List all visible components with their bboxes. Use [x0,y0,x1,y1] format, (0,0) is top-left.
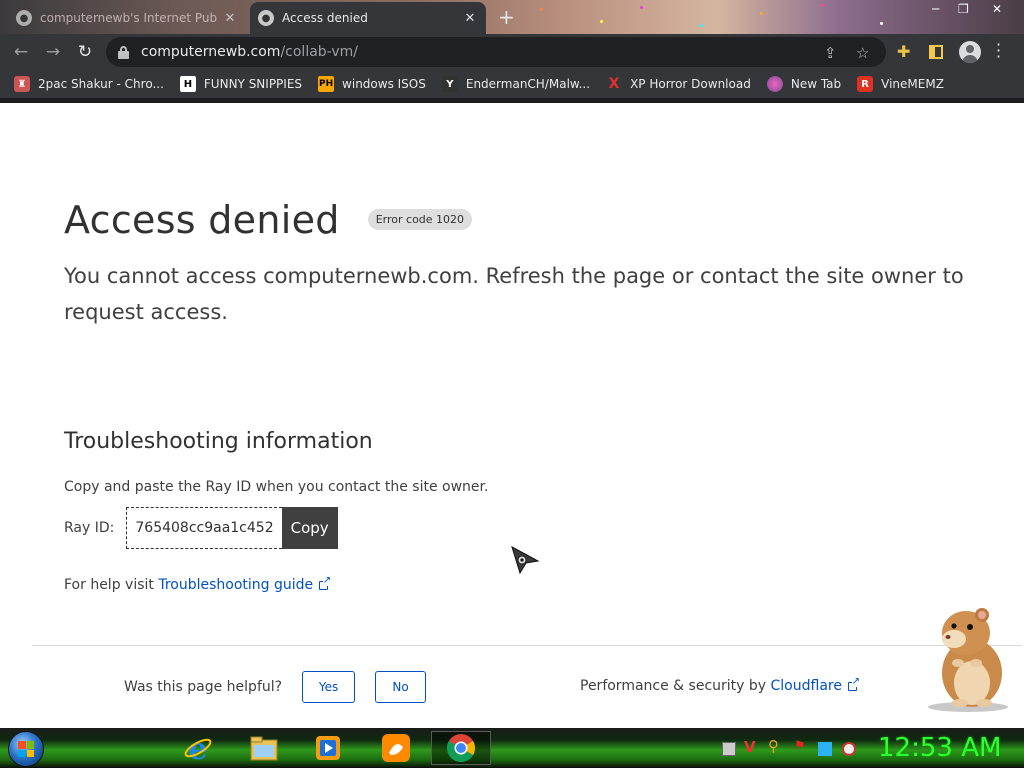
external-link-icon: ↗ [319,576,332,590]
maximize-icon[interactable]: ❐ [958,2,969,16]
y-logo-icon: Y [441,76,458,92]
no-button[interactable]: No [375,671,427,703]
bookmark-star-icon[interactable]: ☆ [856,44,869,62]
x-logo-icon: X [608,76,620,92]
bookmark-new-tab[interactable]: New Tab [766,76,842,92]
cloudflare-link[interactable]: Cloudflare ↗ [771,677,860,694]
address-bar[interactable]: computernewb.com/collab-vm/ ⇪ ☆ [106,37,886,67]
close-tab-icon[interactable]: ✕ [462,11,478,26]
perf-prefix: Performance & security by [580,678,767,694]
title-row: Access denied Error code 1020 [64,198,473,242]
feedback-row: Was this page helpful? Yes No [124,671,427,703]
yes-button[interactable]: Yes [302,671,356,703]
taskbar: e V ⚲ ⚑ 12:53 AM [0,728,1024,768]
back-arrow-icon[interactable]: ← [10,41,32,63]
bookmark-label: VineMEMZ [881,77,944,91]
flag-tray-icon[interactable]: ⚑ [794,739,808,754]
troubleshooting-heading: Troubleshooting information [64,429,373,454]
tab-strip: ● computernewb's Internet Pub ✕ ● Access… [0,0,1024,34]
side-panel-icon[interactable] [929,45,943,59]
troubleshooting-guide-link[interactable]: Troubleshooting guide ↗ [158,576,332,593]
profile-avatar[interactable] [959,41,981,63]
tab-favicon-icon: ● [258,10,274,26]
windows-logo-icon [18,741,34,757]
network-tray-icon[interactable] [722,742,736,756]
performance-credit: Performance & security by Cloudflare ↗ [580,677,860,694]
hamster-mascot-icon [928,608,1008,712]
r-logo-icon: R [857,76,874,92]
monitor-tray-icon[interactable] [818,742,832,756]
h-letter-icon: H [179,76,196,92]
url-host: computernewb.com [141,44,281,60]
external-link-icon: ↗ [847,677,860,691]
file-explorer-icon[interactable] [246,731,282,765]
bookmark-label: EndermanCH/Malw... [465,77,591,91]
ray-id-label: Ray ID: [64,520,115,536]
copy-button[interactable]: Copy [281,507,338,549]
svg-text:e: e [188,733,207,763]
ray-id-instructions: Copy and paste the Ray ID when you conta… [64,479,489,495]
uc-browser-icon[interactable] [378,731,414,765]
tab-computernewb[interactable]: ● computernewb's Internet Pub ✕ [8,2,246,34]
antivirus-tray-icon[interactable]: V [744,738,758,756]
url-path: /collab-vm/ [280,44,358,60]
bookmark-label: XP Horror Download [630,77,751,91]
browser-toolbar: ← → ↻ computernewb.com/collab-vm/ ⇪ ☆ ✚ … [0,34,1024,70]
bookmark-label: 2pac Shakur - Chro... [38,77,164,91]
globe-icon [766,76,783,92]
page-content: Access denied Error code 1020 You cannot… [0,103,1024,728]
bookmark-label: windows ISOS [342,77,426,91]
new-tab-button[interactable]: + [498,5,515,29]
bookmark-label: FUNNY SNIPPIES [203,77,303,91]
media-player-icon[interactable] [310,731,346,765]
chrome-icon[interactable] [431,731,491,765]
bookmark-2pac[interactable]: ♜ 2pac Shakur - Chro... [14,76,164,92]
close-tab-icon[interactable]: ✕ [222,11,238,26]
reload-icon[interactable]: ↻ [74,41,96,63]
ray-id-value[interactable]: 765408cc9aa1c452 [126,507,282,549]
error-code-badge: Error code 1020 [367,208,473,230]
chrome-icon: ♜ [14,76,30,92]
mouse-cursor-icon [511,545,540,575]
access-message: You cannot access computernewb.com. Refr… [64,264,964,324]
help-prefix: For help visit [64,577,154,593]
bookmark-vinememz[interactable]: R VineMEMZ [857,76,944,92]
search-tray-icon[interactable]: ⚲ [768,737,782,755]
share-icon[interactable]: ⇪ [824,44,837,62]
bookmarks-bar: ♜ 2pac Shakur - Chro... H FUNNY SNIPPIES… [0,70,1024,98]
footer-divider [32,645,1022,646]
forward-arrow-icon[interactable]: → [42,41,64,63]
menu-kebab-icon[interactable]: · · · [996,37,1001,65]
start-button[interactable] [8,731,44,767]
tab-access-denied[interactable]: ● Access denied ✕ [250,2,486,34]
ph-logo-icon: PH [318,76,335,92]
tab-favicon-icon: ● [16,10,32,26]
bookmark-label: New Tab [790,77,842,91]
bookmark-funny-snippies[interactable]: H FUNNY SNIPPIES [179,76,303,92]
internet-explorer-icon[interactable]: e [180,731,216,765]
close-window-icon[interactable]: ✕ [992,2,1002,16]
bookmark-windows-isos[interactable]: PH windows ISOS [318,76,426,92]
helpful-question: Was this page helpful? [124,679,283,695]
help-row: For help visit Troubleshooting guide ↗ [64,576,332,593]
taskbar-clock[interactable]: 12:53 AM [878,733,1001,763]
page-title: Access denied [64,198,340,242]
volume-tray-icon[interactable] [842,742,856,756]
ray-id-row: Ray ID: 765408cc9aa1c452 Copy [64,507,338,549]
bookmark-endermanch[interactable]: Y EndermanCH/Malw... [441,76,591,92]
lock-icon[interactable] [118,45,129,59]
bookmark-xp-horror[interactable]: X XP Horror Download [606,76,751,92]
extensions-puzzle-icon[interactable]: ✚ [897,42,910,61]
tab-title: Access denied [282,11,368,25]
tab-title: computernewb's Internet Pub [40,11,218,25]
minimize-icon[interactable]: ─ [932,2,939,16]
